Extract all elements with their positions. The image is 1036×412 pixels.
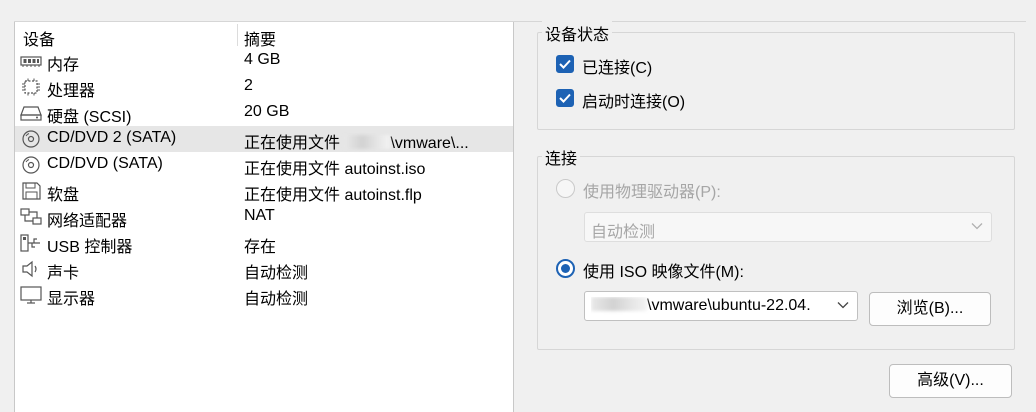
device-summary: 自动检测	[244, 291, 309, 308]
physical-drive-radio[interactable]	[556, 179, 575, 198]
device-row-usb-controller[interactable]: USB 控制器 存在	[15, 230, 513, 256]
device-summary: 存在	[244, 239, 277, 256]
device-row-hard-disk[interactable]: 硬盘 (SCSI) 20 GB	[15, 100, 513, 126]
browse-button[interactable]: 浏览(B)...	[869, 292, 991, 326]
physical-drive-label: 使用物理驱动器(P):	[583, 184, 721, 201]
cd-dvd-icon	[22, 130, 40, 148]
connect-at-power-on-checkbox[interactable]	[556, 89, 574, 107]
cd-dvd-icon	[22, 156, 40, 174]
device-name: CD/DVD (SATA)	[47, 155, 163, 172]
speaker-icon	[22, 260, 37, 278]
device-row-network-adapter[interactable]: 网络适配器 NAT	[15, 204, 513, 230]
device-status-title: 设备状态	[542, 21, 613, 45]
device-summary: 正在使用文件 autoinst.iso	[244, 161, 426, 178]
column-header-summary[interactable]: 摘要	[244, 26, 276, 50]
chevron-down-icon	[971, 223, 983, 230]
device-row-sound-card[interactable]: 声卡 自动检测	[15, 256, 513, 282]
column-header-device[interactable]: 设备	[23, 26, 55, 50]
device-row-cd-dvd-2[interactable]: CD/DVD 2 (SATA) 正在使用文件 \vmware\...	[15, 126, 513, 152]
device-summary: 2	[244, 77, 253, 94]
device-list-header: 设备 摘要	[15, 22, 513, 50]
monitor-icon	[20, 286, 42, 304]
device-name: USB 控制器	[47, 239, 133, 256]
summary-path-suffix: \vmware\...	[390, 135, 469, 152]
redacted-path	[344, 135, 391, 149]
physical-drive-dropdown[interactable]: 自动检测	[584, 212, 992, 242]
device-row-cd-dvd[interactable]: CD/DVD (SATA) 正在使用文件 autoinst.iso	[15, 152, 513, 178]
iso-path-combobox[interactable]: \vmware\ubuntu-22.04.	[584, 291, 858, 321]
device-name: 显示器	[47, 291, 96, 308]
device-row-memory[interactable]: 内存 4 GB	[15, 48, 513, 74]
floppy-icon	[22, 182, 41, 200]
device-summary: NAT	[244, 207, 275, 224]
device-summary: 正在使用文件 \vmware\...	[244, 129, 509, 153]
memory-icon	[20, 56, 42, 67]
checkmark-icon	[559, 93, 571, 103]
iso-path-value[interactable]: \vmware\ubuntu-22.04.	[591, 297, 825, 315]
summary-prefix: 正在使用文件	[244, 135, 341, 152]
network-adapter-icon	[20, 208, 42, 225]
device-row-display[interactable]: 显示器 自动检测	[15, 282, 513, 308]
top-divider	[0, 0, 1036, 22]
device-summary: 正在使用文件 autoinst.flp	[244, 187, 422, 204]
processor-icon	[22, 78, 40, 96]
device-row-floppy[interactable]: 软盘 正在使用文件 autoinst.flp	[15, 178, 513, 204]
checkmark-icon	[559, 59, 571, 69]
column-separator[interactable]	[237, 24, 238, 46]
device-name: CD/DVD 2 (SATA)	[47, 129, 177, 146]
iso-path-suffix: \vmware\ubuntu-22.04.	[647, 297, 811, 314]
connect-at-power-on-label: 启动时连接(O)	[582, 94, 686, 111]
chevron-down-icon[interactable]	[837, 300, 849, 310]
iso-image-radio[interactable]	[556, 259, 575, 278]
device-row-processor[interactable]: 处理器 2	[15, 74, 513, 100]
usb-icon	[20, 234, 40, 252]
advanced-button[interactable]: 高级(V)...	[889, 364, 1012, 398]
device-status-group	[537, 32, 1015, 130]
device-name: 声卡	[47, 265, 80, 282]
iso-image-label: 使用 ISO 映像文件(M):	[583, 264, 744, 281]
device-name: 硬盘 (SCSI)	[47, 109, 132, 126]
physical-drive-dropdown-value: 自动检测	[591, 224, 656, 241]
device-name: 软盘	[47, 187, 80, 204]
device-summary: 4 GB	[244, 51, 281, 68]
connection-title: 连接	[542, 145, 581, 169]
connected-checkbox[interactable]	[556, 55, 574, 73]
device-summary: 自动检测	[244, 265, 309, 282]
device-list[interactable]: 设备 摘要 内存 4 GB 处理器 2 硬盘 (SCSI) 20 GB CD/D…	[14, 22, 514, 412]
connected-label: 已连接(C)	[582, 60, 653, 77]
device-name: 处理器	[47, 83, 96, 100]
device-summary: 20 GB	[244, 103, 290, 120]
redacted-path	[591, 297, 647, 311]
device-name: 网络适配器	[47, 213, 128, 230]
device-name: 内存	[47, 57, 80, 74]
hard-disk-icon	[20, 106, 42, 121]
